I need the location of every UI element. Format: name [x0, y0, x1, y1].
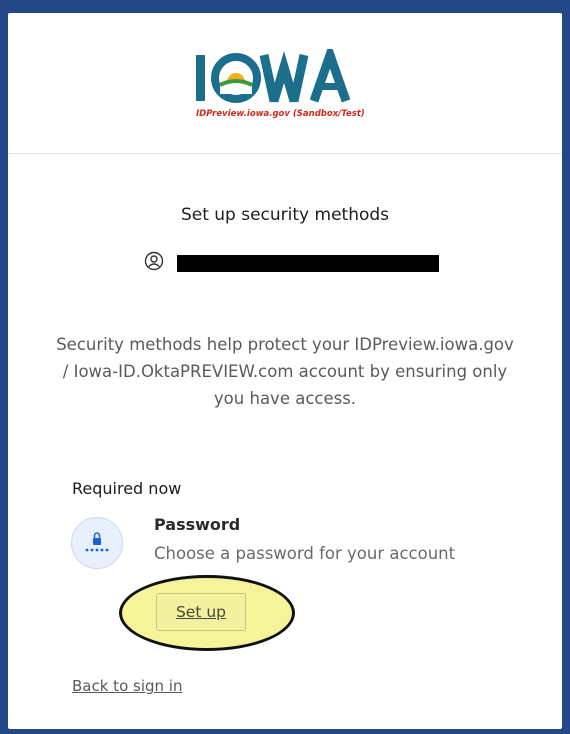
password-lock-icon	[71, 517, 123, 569]
iowa-logo: IDPreview.iowa.gov (Sandbox/Test)	[190, 41, 390, 129]
logo-wordmark	[196, 41, 351, 103]
required-now-heading: Required now	[72, 479, 182, 498]
method-name-password: Password	[154, 515, 241, 534]
method-description: Choose a password for your account	[154, 544, 456, 563]
auth-card: IDPreview.iowa.gov (Sandbox/Test) Set up…	[8, 13, 562, 729]
back-to-sign-in-link[interactable]: Back to sign in	[72, 677, 182, 695]
sun-icon	[211, 53, 261, 103]
page-title: Set up security methods	[180, 205, 390, 225]
user-circle-icon	[144, 251, 164, 271]
card-header: IDPreview.iowa.gov (Sandbox/Test)	[8, 13, 562, 154]
setup-password-button[interactable]: Set up	[156, 593, 246, 631]
logo-subtitle: IDPreview.iowa.gov (Sandbox/Test)	[196, 109, 365, 119]
redacted-username	[177, 255, 439, 272]
page-background: IDPreview.iowa.gov (Sandbox/Test) Set up…	[0, 0, 570, 734]
security-description: Security methods help protect your IDPre…	[56, 335, 514, 408]
